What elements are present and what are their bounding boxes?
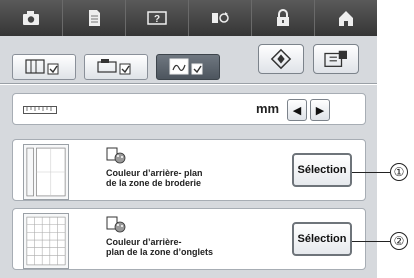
unit-panel: mm ◀ ▶ [12, 93, 366, 125]
tab-area-background-select-button[interactable]: Sélection [292, 222, 352, 256]
help-icon: ? [147, 11, 167, 25]
arrow-right-icon: ▶ [315, 104, 325, 117]
color-palette-icon [106, 147, 126, 164]
reset-diamond-icon [270, 48, 292, 70]
embroidery-area-preview [23, 144, 69, 200]
sewing-settings-icon [212, 12, 229, 23]
document-button[interactable] [63, 0, 126, 36]
background-color-area: Couleur d’arrière- plan de la zone de bro… [0, 131, 377, 278]
machine-settings-icon [25, 59, 59, 75]
embroidery-settings-icon [169, 58, 203, 75]
unit-previous-button[interactable]: ◀ [287, 99, 307, 121]
svg-text:?: ? [154, 14, 160, 25]
settings-screen: ? mm ◀ ▶ Couleur d’arrière- plan de la z… [0, 0, 377, 278]
callout-1: ① [390, 163, 408, 181]
camera-icon [23, 11, 39, 25]
tab-area-background-row: Couleur d’arrière-plan de la zone d’ongl… [12, 208, 366, 270]
unit-row: mm ◀ ▶ [0, 85, 377, 131]
embroidery-background-row: Couleur d’arrière- plan de la zone de bro… [12, 139, 366, 201]
top-toolbar: ? [0, 0, 377, 36]
home-icon [339, 11, 353, 26]
color-palette-icon [106, 216, 126, 233]
reset-button[interactable] [258, 44, 304, 74]
tab-area-background-label: Couleur d’arrière-plan de la zone d’ongl… [106, 237, 214, 257]
ruler-icon [23, 106, 57, 114]
unit-next-button[interactable]: ▶ [310, 99, 330, 121]
unit-value: mm [256, 101, 280, 116]
close-settings-button[interactable] [313, 44, 359, 74]
help-button[interactable]: ? [126, 0, 189, 36]
arrow-left-icon: ◀ [292, 104, 302, 117]
callout-line-1 [352, 172, 390, 173]
tab-display-settings[interactable] [84, 54, 148, 80]
sewing-settings-button[interactable] [189, 0, 252, 36]
callout-line-2 [352, 241, 390, 242]
tab-embroidery-settings[interactable] [156, 54, 220, 80]
camera-button[interactable] [0, 0, 63, 36]
tab-machine-settings[interactable] [12, 54, 76, 80]
close-settings-icon [324, 50, 347, 67]
tab-area-preview [23, 213, 69, 269]
lock-button[interactable] [252, 0, 315, 36]
callout-2: ② [390, 232, 408, 250]
lock-icon [277, 9, 289, 26]
embroidery-background-select-button[interactable]: Sélection [292, 153, 352, 187]
embroidery-background-label: Couleur d’arrière- plan de la zone de bro… [106, 168, 203, 188]
document-icon [89, 10, 100, 26]
settings-tab-row [0, 36, 377, 84]
home-button[interactable] [315, 0, 377, 36]
display-settings-icon [97, 59, 131, 75]
